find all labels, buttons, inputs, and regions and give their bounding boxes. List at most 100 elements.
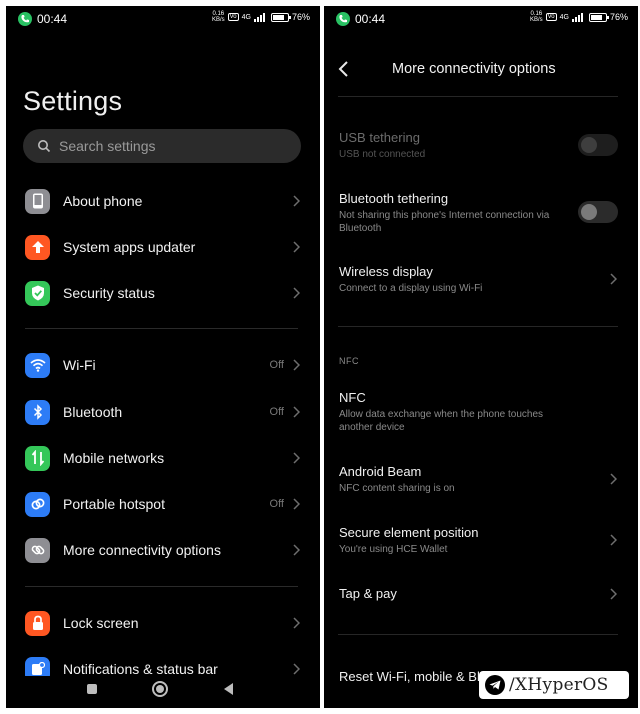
volte-icon: Vo [545, 13, 557, 21]
connectivity-screen: 00:44 0.16 KB/s Vo 4G 76% More connectivi… [324, 6, 638, 708]
chevron-right-icon [610, 534, 617, 546]
option-subtitle: NFC content sharing is on [339, 483, 455, 494]
chevron-right-icon [293, 195, 300, 207]
option-title: Wireless display [339, 264, 433, 279]
divider [338, 96, 618, 97]
signal-icon [571, 12, 583, 22]
chevron-right-icon [293, 287, 300, 299]
arrow-up-icon [25, 234, 50, 260]
search-icon [38, 140, 51, 153]
status-bar: 00:44 0.16 KB/s Vo 4G 76% [6, 6, 320, 32]
page-title: Settings [23, 86, 123, 116]
network-type: 4G [241, 13, 251, 21]
option-bluetooth-tethering[interactable]: Bluetooth tethering Not sharing this pho… [339, 191, 618, 235]
option-subtitle: Not sharing this phone's Internet connec… [339, 210, 550, 234]
settings-item-system-apps-updater[interactable]: System apps updater [6, 227, 320, 267]
clock: 00:44 [37, 12, 68, 26]
settings-item-label: Notifications & status bar [63, 661, 218, 677]
option-secure-element[interactable]: Secure element position You're using HCE… [339, 525, 618, 556]
settings-item-mobile-networks[interactable]: Mobile networks [6, 438, 320, 478]
chevron-right-icon [293, 617, 300, 629]
section-header-nfc: NFC [339, 356, 359, 366]
settings-item-label: Portable hotspot [63, 496, 165, 512]
settings-item-label: Wi-Fi [63, 357, 96, 373]
chevron-right-icon [293, 406, 300, 418]
settings-item-bluetooth[interactable]: Bluetooth Off [6, 392, 320, 432]
wifi-icon [25, 352, 50, 378]
settings-item-label: Security status [63, 285, 155, 301]
option-title: USB tethering [339, 130, 420, 145]
option-nfc[interactable]: NFC Allow data exchange when the phone t… [339, 390, 618, 434]
chevron-right-icon [293, 544, 300, 556]
settings-item-wifi[interactable]: Wi-Fi Off [6, 345, 320, 385]
chevron-right-icon [293, 663, 300, 675]
volte-icon: Vo [227, 13, 239, 21]
option-usb-tethering[interactable]: USB tethering USB not connected [339, 130, 618, 161]
page-title: More connectivity options [392, 61, 556, 77]
home-button[interactable] [152, 681, 168, 697]
status-value: Off [269, 406, 284, 418]
settings-item-label: More connectivity options [63, 542, 221, 558]
settings-item-label: System apps updater [63, 239, 196, 255]
phone-icon [25, 188, 50, 214]
shield-check-icon [25, 280, 50, 306]
option-subtitle: Allow data exchange when the phone touch… [339, 409, 544, 433]
call-icon[interactable] [336, 12, 350, 26]
option-tap-and-pay[interactable]: Tap & pay [339, 586, 618, 602]
settings-item-label: Bluetooth [63, 404, 123, 420]
back-arrow-icon[interactable] [338, 60, 350, 78]
battery-percent: 76% [609, 12, 628, 22]
option-subtitle: Connect to a display using Wi-Fi [339, 283, 483, 294]
option-title: NFC [339, 390, 366, 405]
settings-item-more-connectivity[interactable]: More connectivity options [6, 530, 320, 570]
chevron-right-icon [293, 359, 300, 371]
search-bar[interactable] [23, 129, 301, 163]
settings-item-label: Mobile networks [63, 450, 165, 466]
settings-item-portable-hotspot[interactable]: Portable hotspot Off [6, 484, 320, 524]
chevron-right-icon [610, 473, 617, 485]
battery-icon [270, 12, 291, 22]
link-icon [25, 537, 50, 563]
lock-icon [25, 610, 50, 636]
option-android-beam[interactable]: Android Beam NFC content sharing is on [339, 464, 618, 495]
net-speed: 0.16 KB/s [529, 11, 543, 23]
chevron-right-icon [293, 498, 300, 510]
settings-item-lock-screen[interactable]: Lock screen [6, 603, 320, 643]
hotspot-icon [25, 491, 50, 517]
divider [25, 328, 298, 329]
settings-screen: 00:44 0.16KB/s Vo 4G 76% Settings About … [6, 6, 320, 708]
option-title: Android Beam [339, 464, 422, 479]
divider [338, 326, 618, 327]
status-bar: 00:44 0.16 KB/s Vo 4G 76% [324, 6, 638, 32]
search-input[interactable] [59, 138, 279, 154]
settings-item-about-phone[interactable]: About phone [6, 181, 320, 221]
bluetooth-tethering-toggle[interactable] [578, 201, 618, 223]
status-value: Off [269, 359, 284, 371]
divider [25, 586, 298, 587]
settings-item-security-status[interactable]: Security status [6, 273, 320, 313]
back-button[interactable] [224, 683, 233, 695]
network-type: 4G [559, 13, 569, 21]
option-subtitle: USB not connected [339, 149, 426, 160]
watermark: /XHyperOS [479, 671, 629, 699]
status-value: Off [269, 498, 284, 510]
call-icon[interactable] [18, 12, 32, 26]
settings-item-label: About phone [63, 193, 143, 209]
option-wireless-display[interactable]: Wireless display Connect to a display us… [339, 264, 618, 295]
clock: 00:44 [355, 12, 386, 26]
battery-icon [588, 12, 609, 22]
option-title: Tap & pay [339, 586, 397, 601]
recents-button[interactable] [87, 684, 97, 694]
bluetooth-icon [25, 399, 50, 425]
signal-icon [253, 12, 265, 22]
usb-tethering-toggle[interactable] [578, 134, 618, 156]
battery-percent: 76% [291, 12, 310, 22]
mobile-data-icon [25, 445, 50, 471]
watermark-text: /XHyperOS [509, 675, 609, 695]
settings-item-label: Lock screen [63, 615, 139, 631]
option-title: Secure element position [339, 525, 479, 540]
net-speed: 0.16 KB/s [211, 11, 225, 23]
chevron-right-icon [293, 452, 300, 464]
option-title: Bluetooth tethering [339, 191, 449, 206]
chevron-right-icon [610, 588, 617, 600]
